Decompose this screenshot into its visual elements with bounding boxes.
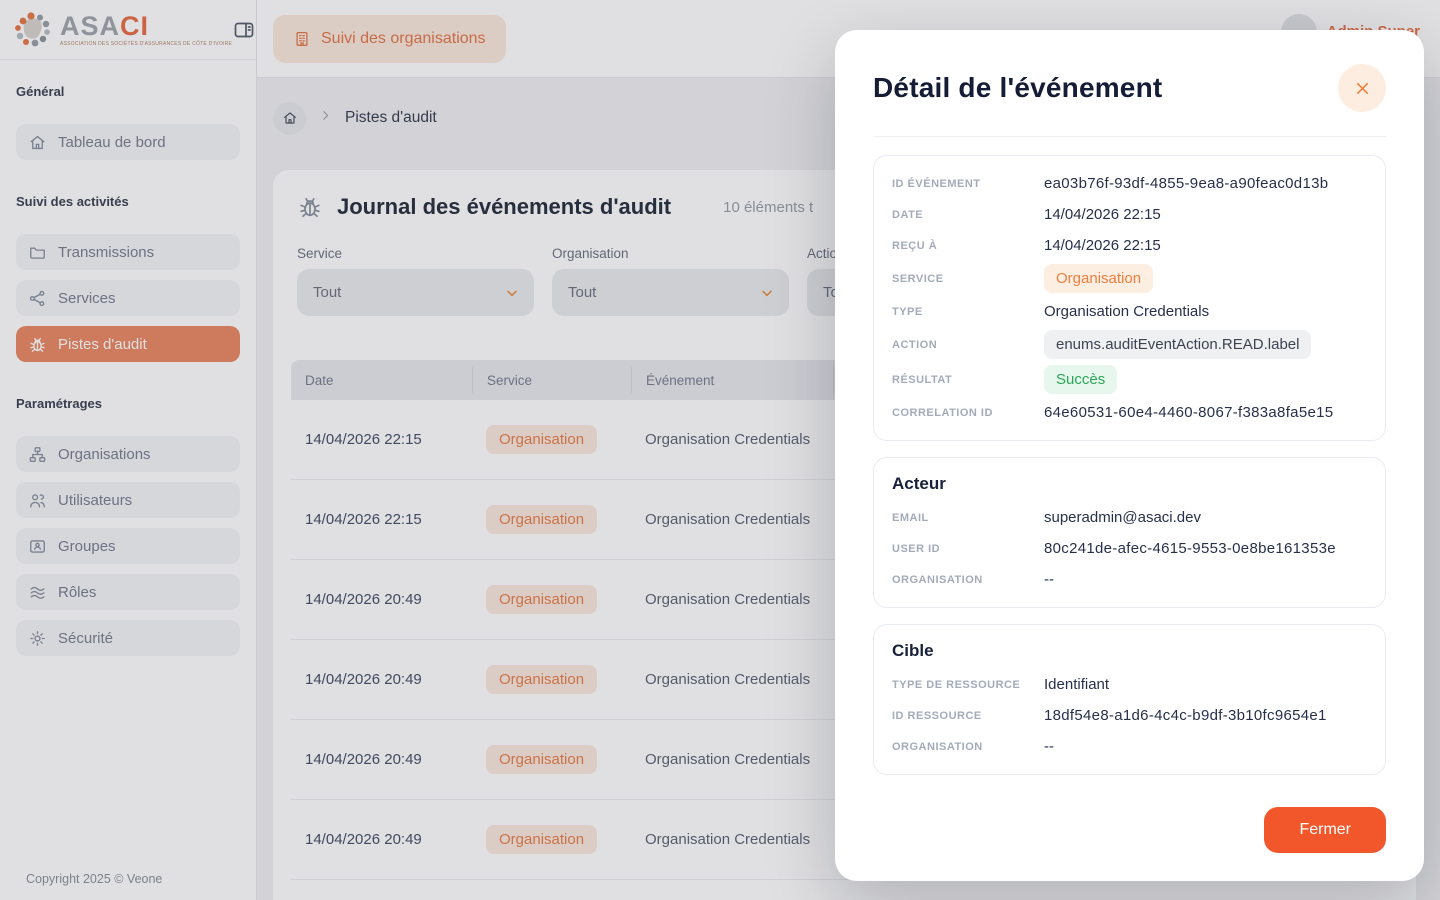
detail-value: ea03b76f-93df-4855-9ea8-a90feac0d13b: [1044, 175, 1367, 192]
detail-label: SERVICE: [892, 273, 1044, 285]
close-icon: [1353, 79, 1372, 98]
detail-label: ID RESSOURCE: [892, 710, 1044, 722]
service-badge: Organisation: [1044, 264, 1153, 293]
detail-row: ORGANISATION --: [892, 564, 1367, 595]
detail-value: Organisation: [1044, 261, 1367, 296]
close-button[interactable]: [1338, 64, 1386, 112]
detail-value: Organisation Credentials: [1044, 303, 1367, 320]
target-section-title: Cible: [892, 641, 1367, 661]
detail-value: 14/04/2026 22:15: [1044, 237, 1367, 254]
actor-section-title: Acteur: [892, 474, 1367, 494]
detail-label: ORGANISATION: [892, 574, 1044, 586]
detail-label: DATE: [892, 209, 1044, 221]
fermer-button[interactable]: Fermer: [1264, 807, 1386, 853]
detail-row: ID RESSOURCE 18df54e8-a1d6-4c4c-b9df-3b1…: [892, 700, 1367, 731]
detail-value: 14/04/2026 22:15: [1044, 206, 1367, 223]
detail-label: RÉSULTAT: [892, 374, 1044, 386]
detail-label: TYPE: [892, 306, 1044, 318]
detail-row: RÉSULTAT Succès: [892, 362, 1367, 397]
detail-row: CORRELATION ID 64e60531-60e4-4460-8067-f…: [892, 397, 1367, 428]
detail-row: ACTION enums.auditEventAction.READ.label: [892, 327, 1367, 362]
modal-body: ID ÉVÉNEMENT ea03b76f-93df-4855-9ea8-a90…: [873, 137, 1386, 775]
result-badge: Succès: [1044, 365, 1117, 394]
detail-value: Succès: [1044, 362, 1367, 397]
detail-row: REÇU À 14/04/2026 22:15: [892, 230, 1367, 261]
detail-value: Identifiant: [1044, 676, 1367, 693]
detail-label: USER ID: [892, 543, 1044, 555]
detail-label: ACTION: [892, 339, 1044, 351]
target-section: Cible TYPE DE RESSOURCE Identifiant ID R…: [873, 624, 1386, 775]
detail-row: ORGANISATION --: [892, 731, 1367, 762]
detail-label: CORRELATION ID: [892, 407, 1044, 419]
modal-title: Détail de l'événement: [873, 72, 1162, 104]
detail-row: TYPE DE RESSOURCE Identifiant: [892, 669, 1367, 700]
detail-row: SERVICE Organisation: [892, 261, 1367, 296]
detail-value: enums.auditEventAction.READ.label: [1044, 327, 1367, 362]
action-badge: enums.auditEventAction.READ.label: [1044, 330, 1311, 359]
detail-row: ID ÉVÉNEMENT ea03b76f-93df-4855-9ea8-a90…: [892, 168, 1367, 199]
detail-value: --: [1044, 738, 1367, 755]
detail-label: ID ÉVÉNEMENT: [892, 178, 1044, 190]
detail-value: 80c241de-afec-4615-9553-0e8be161353e: [1044, 540, 1367, 557]
detail-row: EMAIL superadmin@asaci.dev: [892, 502, 1367, 533]
detail-label: REÇU À: [892, 240, 1044, 252]
event-detail-modal: Détail de l'événement ID ÉVÉNEMENT ea03b…: [835, 30, 1424, 881]
detail-value: --: [1044, 571, 1367, 588]
detail-value: superadmin@asaci.dev: [1044, 509, 1367, 526]
detail-value: 18df54e8-a1d6-4c4c-b9df-3b10fc9654e1: [1044, 707, 1367, 724]
event-detail-section: ID ÉVÉNEMENT ea03b76f-93df-4855-9ea8-a90…: [873, 155, 1386, 441]
detail-row: DATE 14/04/2026 22:15: [892, 199, 1367, 230]
detail-label: ORGANISATION: [892, 741, 1044, 753]
detail-row: TYPE Organisation Credentials: [892, 296, 1367, 327]
modal-header: Détail de l'événement: [873, 30, 1386, 137]
detail-value: 64e60531-60e4-4460-8067-f383a8fa5e15: [1044, 404, 1367, 421]
detail-row: USER ID 80c241de-afec-4615-9553-0e8be161…: [892, 533, 1367, 564]
detail-label: EMAIL: [892, 512, 1044, 524]
modal-footer: Fermer: [873, 807, 1386, 881]
actor-section: Acteur EMAIL superadmin@asaci.dev USER I…: [873, 457, 1386, 608]
detail-label: TYPE DE RESSOURCE: [892, 679, 1044, 691]
